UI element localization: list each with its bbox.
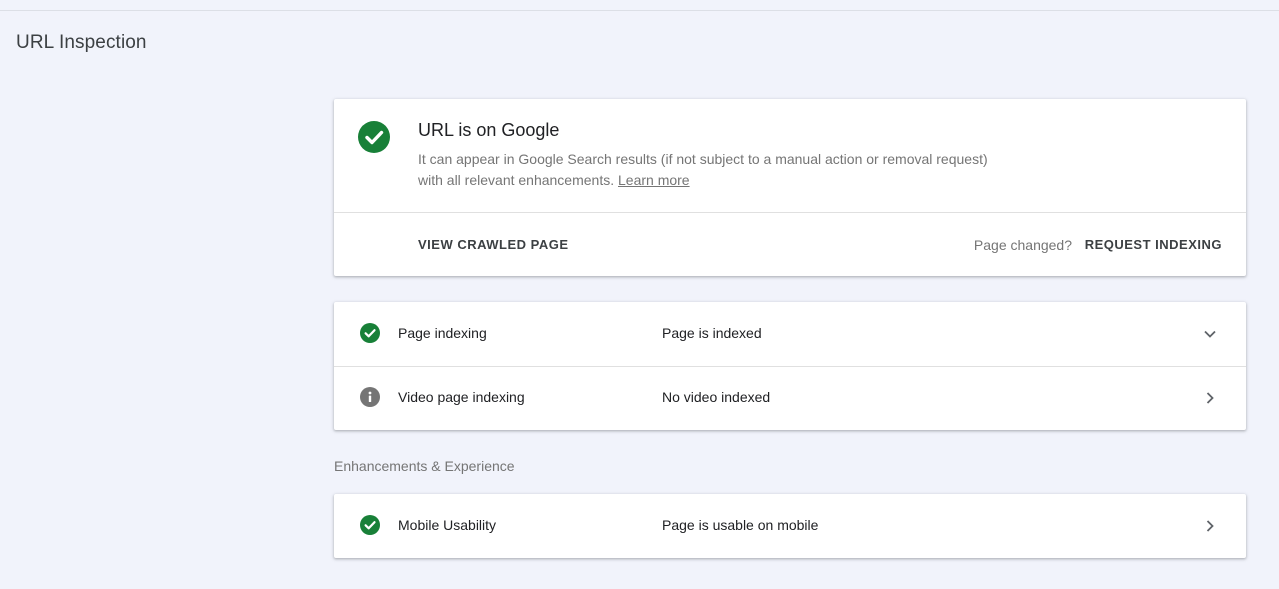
top-divider	[0, 10, 1279, 11]
summary-title: URL is on Google	[418, 120, 560, 140]
view-crawled-page-button[interactable]: VIEW CRAWLED PAGE	[418, 237, 569, 252]
check-circle-icon	[360, 515, 380, 535]
summary-description-text: It can appear in Google Search results (…	[418, 151, 988, 188]
enhancements-card: Mobile Usability Page is usable on mobil…	[334, 494, 1246, 558]
summary-actions: VIEW CRAWLED PAGE Page changed? REQUEST …	[334, 213, 1246, 276]
summary-header: URL is on Google It can appear in Google…	[334, 99, 1246, 213]
summary-description: It can appear in Google Search results (…	[418, 149, 988, 191]
enhancements-section-label: Enhancements & Experience	[334, 458, 515, 474]
info-icon	[360, 387, 380, 407]
mobile-usability-row[interactable]: Mobile Usability Page is usable on mobil…	[334, 494, 1246, 558]
check-circle-icon	[358, 121, 390, 153]
video-page-indexing-row[interactable]: Video page indexing No video indexed	[334, 366, 1246, 430]
indexing-status-card: Page indexing Page is indexed Video page…	[334, 302, 1246, 430]
learn-more-link[interactable]: Learn more	[618, 172, 690, 188]
chevron-right-icon[interactable]	[1202, 518, 1218, 534]
row-value: Page is indexed	[662, 325, 762, 341]
check-circle-icon	[360, 323, 380, 343]
page-title: URL Inspection	[16, 32, 147, 53]
row-label: Video page indexing	[398, 389, 525, 405]
chevron-down-icon[interactable]	[1202, 326, 1218, 342]
row-label: Mobile Usability	[398, 517, 497, 533]
row-label: Page indexing	[398, 325, 487, 341]
page-changed-label: Page changed?	[973, 237, 1072, 253]
row-value: No video indexed	[662, 389, 771, 405]
url-summary-card: URL is on Google It can appear in Google…	[334, 99, 1246, 276]
request-indexing-button[interactable]: REQUEST INDEXING	[1085, 237, 1222, 252]
chevron-right-icon[interactable]	[1202, 390, 1218, 406]
row-value: Page is usable on mobile	[662, 517, 819, 533]
page-indexing-row[interactable]: Page indexing Page is indexed	[334, 302, 1246, 366]
